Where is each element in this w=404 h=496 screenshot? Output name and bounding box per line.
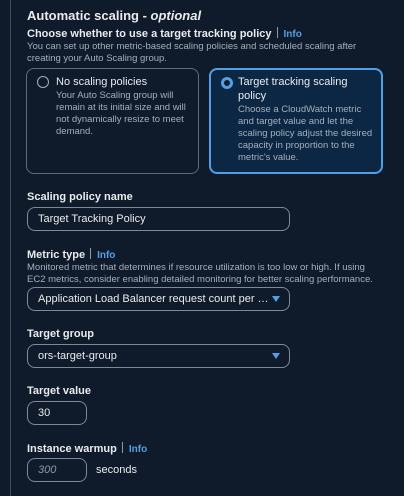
info-link[interactable]: Info (284, 29, 302, 40)
target-value-label: Target value (27, 385, 91, 397)
warmup-unit-label: seconds (96, 464, 137, 476)
policy-name-input[interactable]: Target Tracking Policy (27, 207, 290, 231)
target-value-input[interactable]: 30 (27, 401, 87, 425)
option-description: Choose a CloudWatch metric and target va… (238, 104, 373, 163)
option-description: Your Auto Scaling group will remain at i… (56, 90, 186, 137)
caret-down-icon (272, 353, 280, 359)
option-title: Target tracking scaling policy (238, 76, 348, 102)
metric-type-select[interactable]: Application Load Balancer request count … (27, 287, 290, 311)
info-separator (276, 27, 278, 38)
radio-button-checked[interactable] (221, 77, 233, 89)
info-link[interactable]: Info (129, 444, 147, 455)
instance-warmup-label: Instance warmup Info (27, 442, 148, 455)
automatic-scaling-panel: Automatic scaling - optional Choose whet… (10, 0, 404, 496)
policy-name-label: Scaling policy name (27, 191, 133, 203)
metric-type-label: Metric type Info (27, 248, 116, 261)
info-separator (90, 248, 92, 259)
target-group-select[interactable]: ors-target-group (27, 344, 290, 368)
section-title: Automatic scaling - optional (27, 8, 202, 23)
policy-question: Choose whether to use a target tracking … (27, 27, 302, 40)
option-no-scaling-policies[interactable]: No scaling policies Your Auto Scaling gr… (26, 68, 199, 174)
option-title: No scaling policies (56, 76, 148, 88)
info-link[interactable]: Info (97, 250, 115, 261)
target-group-label: Target group (27, 328, 95, 340)
info-separator (121, 442, 123, 453)
policy-question-description: You can set up other metric-based scalin… (27, 41, 357, 64)
optional-label: optional (150, 8, 202, 23)
option-target-tracking-policy[interactable]: Target tracking scaling policy Choose a … (209, 68, 383, 174)
caret-down-icon (272, 296, 280, 302)
metric-type-description: Monitored metric that determines if reso… (27, 262, 373, 285)
radio-button-unchecked[interactable] (37, 76, 49, 88)
instance-warmup-input[interactable]: 300 (27, 458, 87, 482)
